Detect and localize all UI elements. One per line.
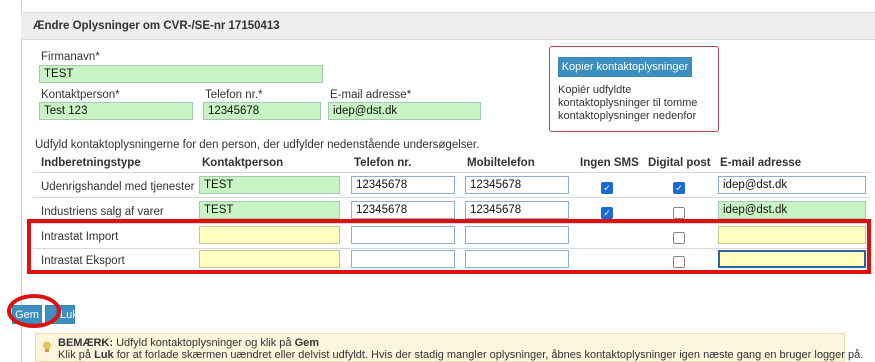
table-divider xyxy=(33,197,870,198)
row-type-label: Udenrigshandel med tjenester xyxy=(41,181,195,193)
instruction-text: Udfyld kontaktoplysningerne for den pers… xyxy=(35,139,480,151)
row-digital-post-checkbox[interactable]: ✓ xyxy=(673,182,685,194)
row-kontaktperson-input[interactable] xyxy=(199,201,340,219)
highlight-annotation xyxy=(27,219,871,274)
col-header-type: Indberetningstype xyxy=(41,157,141,169)
row-ingen-sms-checkbox[interactable]: ✓ xyxy=(601,182,613,194)
row-telefon-input[interactable] xyxy=(351,201,455,219)
col-header-kontaktperson: Kontaktperson xyxy=(202,157,284,169)
firmanavn-label: Firmanavn* xyxy=(41,51,100,63)
col-header-digital-post: Digital post xyxy=(648,157,711,169)
row-type-label: Industriens salg af varer xyxy=(41,206,164,218)
page-title: Ændre Oplysninger om CVR-/SE-nr 17150413 xyxy=(33,20,280,32)
telefon-input[interactable] xyxy=(203,102,321,120)
row-telefon-input[interactable] xyxy=(351,176,455,194)
row-digital-post-checkbox[interactable] xyxy=(673,207,685,219)
note-line1-text: Udfyld kontaktoplysninger og klik på xyxy=(116,337,292,349)
note-line2-bold: Luk xyxy=(94,349,114,361)
email-input[interactable] xyxy=(328,102,481,120)
row-email-input[interactable] xyxy=(718,176,866,194)
kontaktperson-input[interactable] xyxy=(39,102,193,120)
col-header-mobil: Mobiltelefon xyxy=(467,157,535,169)
highlight-annotation xyxy=(7,294,61,328)
copy-contact-description: Kopiér udfyldte kontaktoplysninger til t… xyxy=(558,84,698,122)
col-header-email: E-mail adresse xyxy=(720,157,802,169)
row-mobil-input[interactable] xyxy=(465,201,569,219)
row-mobil-input[interactable] xyxy=(465,176,569,194)
note-line2-text: for at forlade skærmen uændret eller del… xyxy=(116,349,864,361)
col-header-ingen-sms: Ingen SMS xyxy=(580,157,639,169)
note-box: BEMÆRK: Udfyld kontaktoplysninger og kli… xyxy=(35,333,863,362)
kontaktperson-label: Kontaktperson* xyxy=(41,89,120,101)
row-kontaktperson-input[interactable] xyxy=(199,176,340,194)
panel-header: Ændre Oplysninger om CVR-/SE-nr 17150413 xyxy=(21,12,875,40)
note-line1-bold: Gem xyxy=(294,337,320,349)
copy-contact-box: Kopier kontaktoplysninger Kopiér udfyldt… xyxy=(549,46,719,132)
note-line2-pre: Klik på xyxy=(58,349,92,361)
row-ingen-sms-checkbox[interactable]: ✓ xyxy=(601,207,613,219)
telefon-label: Telefon nr.* xyxy=(205,89,263,101)
copy-contact-button[interactable]: Kopier kontaktoplysninger xyxy=(558,57,692,77)
table-divider xyxy=(33,172,870,173)
note-line-1: BEMÆRK: Udfyld kontaktoplysninger og kli… xyxy=(58,337,319,349)
row-email-input[interactable] xyxy=(718,201,866,219)
email-label: E-mail adresse* xyxy=(330,89,412,101)
lightbulb-icon xyxy=(42,341,52,353)
note-line-2: Klik på Luk for at forlade skærmen uændr… xyxy=(58,349,863,361)
note-label: BEMÆRK: xyxy=(58,337,113,349)
col-header-telefon: Telefon nr. xyxy=(354,157,412,169)
firmanavn-input[interactable] xyxy=(39,65,323,83)
